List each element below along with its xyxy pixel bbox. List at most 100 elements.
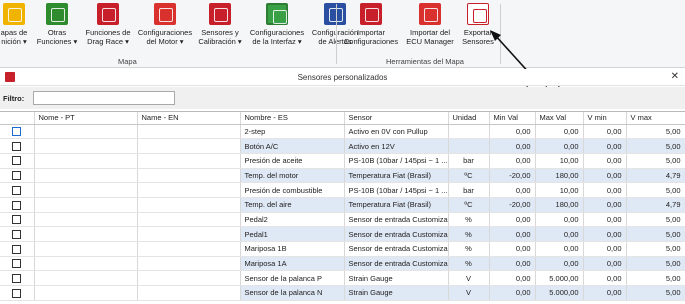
cell-sensor[interactable]: Sensor de entrada Customiza... bbox=[344, 226, 449, 242]
cell-name-en[interactable] bbox=[137, 197, 241, 213]
cell-unidad[interactable] bbox=[448, 124, 490, 140]
cell-nombre-es[interactable]: Temp. del aire bbox=[240, 197, 345, 213]
cell-v-max[interactable]: 5,00 bbox=[626, 256, 685, 272]
cell-v-min[interactable]: 0,00 bbox=[583, 182, 627, 198]
cell-min-val[interactable]: 0,00 bbox=[489, 241, 536, 257]
cell-unidad[interactable]: % bbox=[448, 212, 490, 228]
column-header-sensor[interactable]: Sensor bbox=[344, 112, 449, 125]
cell-nome-pt[interactable] bbox=[34, 124, 138, 140]
column-header-v-max[interactable]: V max bbox=[626, 112, 685, 125]
cell-nome-pt[interactable] bbox=[34, 168, 138, 184]
cell-nombre-es[interactable]: 2-step bbox=[240, 124, 345, 140]
cell-name-en[interactable] bbox=[137, 168, 241, 184]
import-ecu-button[interactable]: Importar del ECU Manager bbox=[404, 3, 456, 55]
cell-v-min[interactable]: 0,00 bbox=[583, 168, 627, 184]
cell-v-max[interactable]: 5,00 bbox=[626, 138, 685, 154]
column-header-v-min[interactable]: V min bbox=[583, 112, 627, 125]
cell-nome-pt[interactable] bbox=[34, 241, 138, 257]
cell-v-min[interactable]: 0,00 bbox=[583, 270, 627, 287]
cell-v-max[interactable]: 5,00 bbox=[626, 270, 685, 287]
cell-sensor[interactable]: Activo en 0V con Pullup bbox=[344, 124, 449, 140]
checkbox[interactable] bbox=[12, 288, 22, 298]
cell-unidad[interactable]: bar bbox=[448, 182, 490, 198]
cell-sensor[interactable]: Activo en 12V bbox=[344, 138, 449, 154]
cell-v-max[interactable]: 5,00 bbox=[626, 226, 685, 242]
cell-min-val[interactable]: 0,00 bbox=[489, 285, 536, 301]
cell-v-min[interactable]: 0,00 bbox=[583, 153, 627, 169]
table-row[interactable]: Sensor de la palanca N Strain Gauge V 0,00 5… bbox=[0, 285, 685, 301]
cell-sensor[interactable]: Sensor de entrada Customiza... bbox=[344, 241, 449, 257]
cell-min-val[interactable]: 0,00 bbox=[489, 256, 536, 272]
cell-min-val[interactable]: 0,00 bbox=[489, 270, 536, 287]
cell-v-min[interactable]: 0,00 bbox=[583, 285, 627, 301]
drag-race-button[interactable]: Funciones de Drag Race ▾ bbox=[82, 3, 134, 55]
cell-nombre-es[interactable]: Mariposa 1A bbox=[240, 256, 345, 272]
checkbox[interactable] bbox=[12, 156, 22, 166]
table-row[interactable]: Mariposa 1B Sensor de entrada Customiza..… bbox=[0, 241, 685, 257]
cell-name-en[interactable] bbox=[137, 241, 241, 257]
cell-max-val[interactable]: 0,00 bbox=[535, 138, 584, 154]
table-row[interactable]: 2-step Activo en 0V con Pullup 0,00 0,00 0,0… bbox=[0, 124, 685, 140]
cell-max-val[interactable]: 10,00 bbox=[535, 153, 584, 169]
cell-sensor[interactable]: Sensor de entrada Customiza... bbox=[344, 256, 449, 272]
column-header-nombre-es[interactable]: Nombre - ES bbox=[240, 112, 345, 125]
cell-nome-pt[interactable] bbox=[34, 256, 138, 272]
cell-name-en[interactable] bbox=[137, 124, 241, 140]
cell-unidad[interactable]: % bbox=[448, 241, 490, 257]
cell-nombre-es[interactable]: Pedal1 bbox=[240, 226, 345, 242]
cell-name-en[interactable] bbox=[137, 270, 241, 287]
cell-max-val[interactable]: 0,00 bbox=[535, 226, 584, 242]
cell-v-max[interactable]: 5,00 bbox=[626, 182, 685, 198]
interface-config-button[interactable]: Configuraciones de la Interfaz ▾ bbox=[246, 3, 308, 55]
cell-nombre-es[interactable]: Presión de aceite bbox=[240, 153, 345, 169]
cell-max-val[interactable]: 0,00 bbox=[535, 124, 584, 140]
cell-nome-pt[interactable] bbox=[34, 270, 138, 287]
cell-v-min[interactable]: 0,00 bbox=[583, 138, 627, 154]
sensors-calibration-button[interactable]: Sensores y Calibración ▾ bbox=[196, 3, 244, 55]
column-header-name-en[interactable]: Name - EN bbox=[137, 112, 241, 125]
other-functions-button[interactable]: Otras Funciones ▾ bbox=[34, 3, 80, 55]
cell-nombre-es[interactable]: Sensor de la palanca P bbox=[240, 270, 345, 287]
cell-v-max[interactable]: 5,00 bbox=[626, 124, 685, 140]
checkbox[interactable] bbox=[12, 185, 22, 195]
cell-nome-pt[interactable] bbox=[34, 153, 138, 169]
cell-unidad[interactable]: bar bbox=[448, 153, 490, 169]
import-config-button[interactable]: Importar Configuraciones bbox=[342, 3, 400, 55]
column-header-min-val[interactable]: Min Val bbox=[489, 112, 536, 125]
cell-unidad[interactable]: V bbox=[448, 270, 490, 287]
cell-max-val[interactable]: 5.000,00 bbox=[535, 285, 584, 301]
cell-unidad[interactable] bbox=[448, 138, 490, 154]
cell-min-val[interactable]: 0,00 bbox=[489, 182, 536, 198]
cell-v-max[interactable]: 5,00 bbox=[626, 285, 685, 301]
cell-nombre-es[interactable]: Sensor de la palanca N bbox=[240, 285, 345, 301]
cell-name-en[interactable] bbox=[137, 285, 241, 301]
column-header-nome-pt[interactable]: Nome - PT bbox=[34, 112, 138, 125]
cell-min-val[interactable]: 0,00 bbox=[489, 226, 536, 242]
table-row[interactable]: Temp. del aire Temperatura Fiat (Brasil) º… bbox=[0, 197, 685, 213]
checkbox[interactable] bbox=[12, 273, 22, 283]
cell-name-en[interactable] bbox=[137, 256, 241, 272]
cell-nome-pt[interactable] bbox=[34, 285, 138, 301]
checkbox[interactable] bbox=[12, 244, 22, 254]
cell-max-val[interactable]: 0,00 bbox=[535, 212, 584, 228]
checkbox[interactable] bbox=[12, 127, 22, 137]
filter-input[interactable] bbox=[33, 91, 175, 105]
cell-v-max[interactable]: 5,00 bbox=[626, 241, 685, 257]
cell-sensor[interactable]: Temperatura Fiat (Brasil) bbox=[344, 168, 449, 184]
column-header-unidad[interactable]: Unidad bbox=[448, 112, 490, 125]
cell-nombre-es[interactable]: Pedal2 bbox=[240, 212, 345, 228]
cell-nome-pt[interactable] bbox=[34, 197, 138, 213]
cell-unidad[interactable]: ºC bbox=[448, 168, 490, 184]
table-row[interactable]: Pedal2 Sensor de entrada Customiza...% 0,0… bbox=[0, 212, 685, 228]
table-row[interactable]: Mariposa 1A Sensor de entrada Customiza..… bbox=[0, 256, 685, 272]
checkbox[interactable] bbox=[12, 229, 22, 239]
cell-name-en[interactable] bbox=[137, 153, 241, 169]
table-row[interactable]: Sensor de la palanca P Strain Gauge V 0,00 5… bbox=[0, 270, 685, 287]
cell-sensor[interactable]: Strain Gauge bbox=[344, 270, 449, 287]
table-row[interactable]: Presión de combustible PS-10B (10bar / 14… bbox=[0, 182, 685, 198]
table-row[interactable]: Pedal1 Sensor de entrada Customiza...% 0,0… bbox=[0, 226, 685, 242]
cell-nombre-es[interactable]: Presión de combustible bbox=[240, 182, 345, 198]
cell-max-val[interactable]: 180,00 bbox=[535, 168, 584, 184]
cell-unidad[interactable]: V bbox=[448, 285, 490, 301]
cell-max-val[interactable]: 0,00 bbox=[535, 256, 584, 272]
